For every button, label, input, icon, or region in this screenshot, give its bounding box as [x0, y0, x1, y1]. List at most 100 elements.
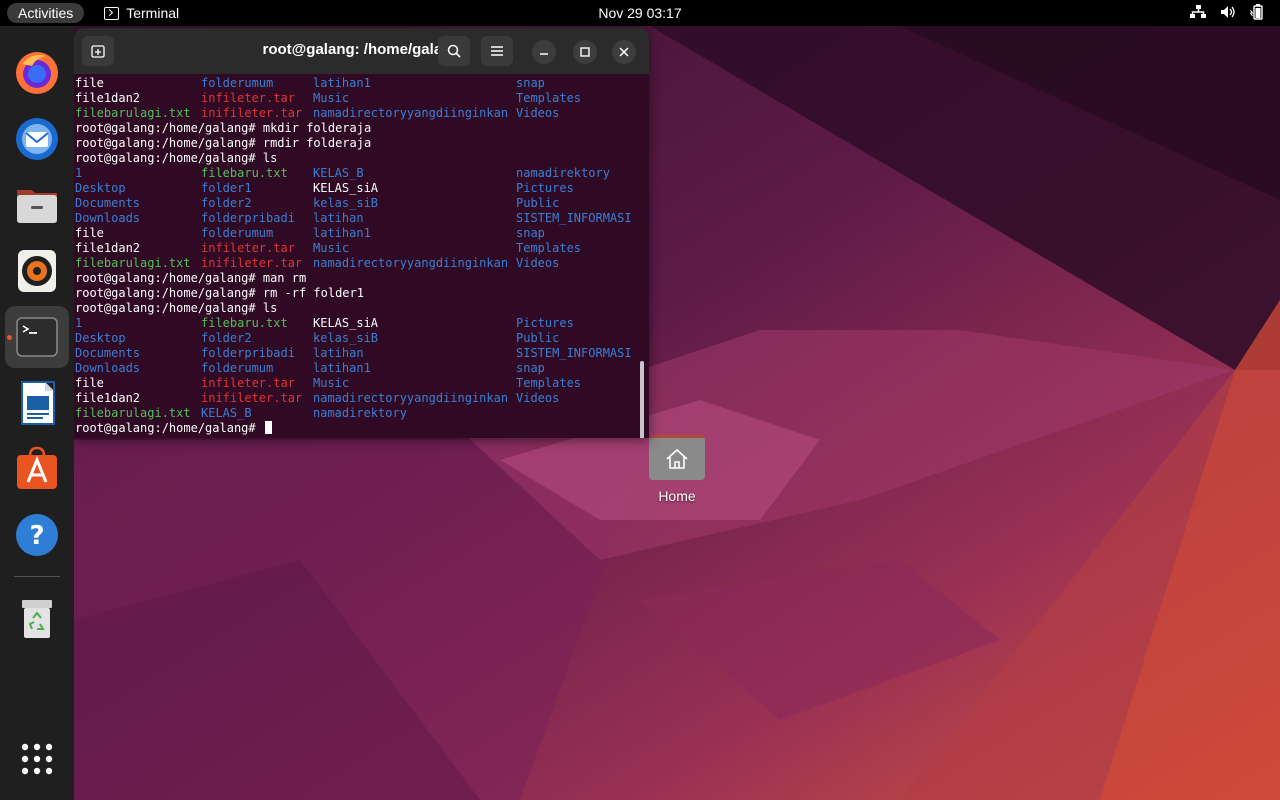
ls-entry: KELAS_B: [201, 406, 252, 420]
ls-entry: namadirektory: [516, 166, 610, 180]
maximize-icon: [580, 47, 590, 57]
prompt-line: root@galang:/home/galang#: [75, 421, 635, 436]
home-icon: [666, 448, 688, 469]
ls-entry: Music: [313, 241, 350, 255]
dock-app-center[interactable]: [5, 438, 69, 500]
terminal-header-bar[interactable]: root@galang: /home/galang: [74, 28, 649, 74]
show-apps-button[interactable]: [5, 728, 69, 790]
ls-entry: filebaru.txt: [201, 316, 288, 330]
ls-entry: 1: [75, 166, 83, 180]
search-button[interactable]: [438, 36, 470, 66]
clock-label[interactable]: Nov 29 03:17: [598, 5, 681, 21]
ls-entry: infileter.tar: [201, 376, 295, 390]
show-apps-icon: [21, 743, 53, 775]
battery-icon: [1250, 4, 1263, 20]
dock-help[interactable]: ?: [5, 504, 69, 566]
command-text: root@galang:/home/galang# ls: [75, 151, 278, 165]
ls-entry: Downloads: [75, 211, 141, 225]
hamburger-menu-icon: [491, 46, 503, 56]
ls-entry: inifileter.tar: [201, 391, 303, 405]
ls-entry: Public: [516, 331, 560, 345]
command-line: root@galang:/home/galang# mkdir folderaj…: [75, 121, 635, 136]
ls-output-row: file infileter.tar Music Templates: [75, 376, 635, 391]
ls-entry: Videos: [516, 106, 560, 120]
terminal-icon: [104, 6, 120, 20]
clock: Nov 29 03:17: [0, 5, 1280, 21]
ls-entry: folder2: [201, 331, 252, 345]
dock-terminal[interactable]: [5, 306, 69, 368]
ls-output-row: Desktop folder2 kelas_siB Public: [75, 331, 635, 346]
ls-entry: latihan: [313, 346, 364, 360]
ls-entry: file1dan2: [75, 391, 141, 405]
text-cursor: [264, 421, 272, 434]
ls-output-row: filebarulagi.txt KELAS_B namadirektory: [75, 406, 635, 421]
ls-entry: SISTEM_INFORMASI: [516, 346, 632, 360]
ls-entry: Videos: [516, 256, 560, 270]
ls-entry: folderumum: [201, 76, 274, 90]
dock-files[interactable]: [5, 174, 69, 236]
ls-entry: snap: [516, 226, 545, 240]
running-indicator: [7, 335, 12, 340]
ls-output-row: file1dan2 infileter.tar Music Templates: [75, 241, 635, 256]
system-tray[interactable]: [1190, 4, 1266, 20]
ls-entry: SISTEM_INFORMASI: [516, 211, 632, 225]
ls-entry: latihan: [313, 211, 364, 225]
ls-entry: namadirectoryyangdiinginkan: [313, 106, 509, 120]
dock-writer[interactable]: [5, 372, 69, 434]
ls-entry: snap: [516, 76, 545, 90]
app-menu-label: Terminal: [126, 5, 180, 21]
files-icon: [17, 190, 57, 223]
command-text: root@galang:/home/galang# rm -rf folder1: [75, 286, 364, 300]
dock-thunderbird[interactable]: [5, 108, 69, 170]
ls-entry: latihan1: [313, 76, 371, 90]
ls-entry: Templates: [516, 376, 582, 390]
window-title: root@galang: /home/galang: [262, 41, 461, 58]
ls-entry: filebarulagi.txt: [75, 106, 191, 120]
firefox-icon: [16, 52, 58, 94]
ls-entry: filebaru.txt: [201, 166, 288, 180]
ls-entry: Templates: [516, 91, 582, 105]
ls-entry: Desktop: [75, 181, 126, 195]
ls-entry: file: [75, 76, 104, 90]
activities-label: Activities: [18, 5, 74, 21]
minimize-icon: [540, 53, 548, 55]
ls-output-row: Documents folder2 kelas_siB Public: [75, 196, 635, 211]
ls-entry: file: [75, 376, 104, 390]
ls-output-row: 1 filebaru.txt KELAS_siA Pictures: [75, 316, 635, 331]
ls-entry: KELAS_siA: [313, 181, 379, 195]
ls-output-row: Documents folderpribadi latihan SISTEM_INFO…: [75, 346, 635, 361]
minimize-button[interactable]: [532, 40, 556, 64]
dock-rhythmbox[interactable]: [5, 240, 69, 302]
dock-trash[interactable]: [5, 588, 69, 650]
help-icon: ?: [16, 514, 58, 556]
activities-button[interactable]: Activities: [7, 3, 85, 23]
ls-entry: folderpribadi: [201, 346, 295, 360]
home-folder-label[interactable]: Home: [637, 488, 717, 504]
ls-entry: folderumum: [201, 361, 274, 375]
home-folder-icon[interactable]: [649, 435, 705, 480]
terminal-output[interactable]: file folderumum latihan1 snap file1dan2 infil…: [75, 76, 635, 436]
ls-output-row: Desktop folder1 KELAS_siA Pictures: [75, 181, 635, 196]
terminal-scrollbar[interactable]: [640, 361, 644, 438]
command-text: root@galang:/home/galang# man rm: [75, 271, 307, 285]
terminal-window[interactable]: root@galang: /home/galang file folderumum…: [74, 28, 649, 438]
close-button[interactable]: [612, 40, 636, 64]
ls-entry: Documents: [75, 346, 141, 360]
dock-firefox[interactable]: [5, 42, 69, 104]
ls-entry: latihan1: [313, 361, 371, 375]
volume-icon: [1221, 6, 1235, 18]
app-menu[interactable]: Terminal: [104, 5, 179, 21]
ls-entry: kelas_siB: [313, 196, 379, 210]
ls-entry: folderpribadi: [201, 211, 295, 225]
ls-entry: folderumum: [201, 226, 274, 240]
menu-button[interactable]: [481, 36, 513, 66]
ls-output-row: file folderumum latihan1 snap: [75, 226, 635, 241]
command-text: root@galang:/home/galang# ls: [75, 301, 278, 315]
maximize-button[interactable]: [573, 40, 597, 64]
ls-output-row: Downloads folderumum latihan1 snap: [75, 361, 635, 376]
app-center-icon: [17, 446, 57, 489]
ls-entry: Videos: [516, 391, 560, 405]
ls-entry: snap: [516, 361, 545, 375]
top-bar: Activities Terminal Nov 29 03:17: [0, 0, 1280, 26]
ls-entry: folder1: [201, 181, 252, 195]
